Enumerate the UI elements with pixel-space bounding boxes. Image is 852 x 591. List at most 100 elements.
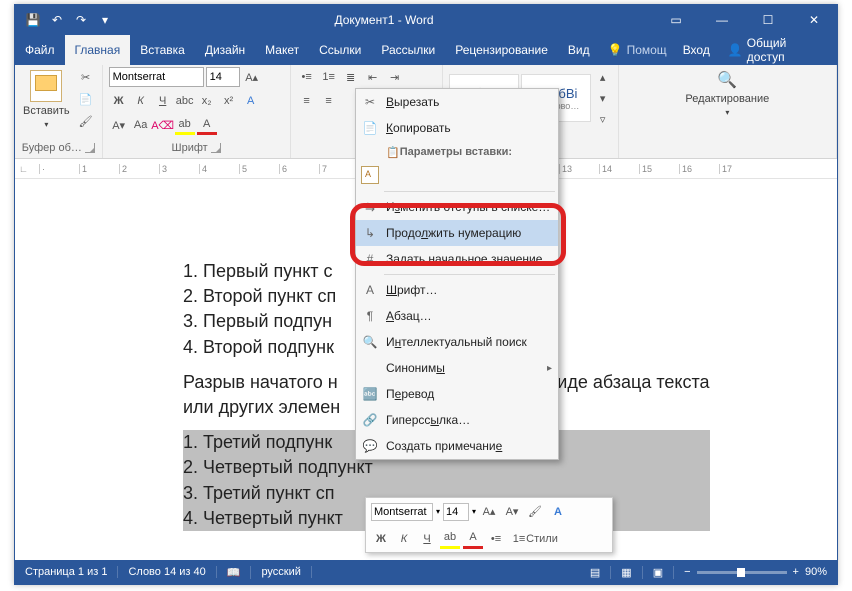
tell-me[interactable]: 💡Помощ: [600, 35, 675, 65]
menu-paragraph[interactable]: ¶Абзац…: [356, 303, 558, 329]
highlight-icon[interactable]: ab: [440, 529, 460, 549]
numbering-icon[interactable]: 1≡: [319, 67, 339, 87]
menu-hyperlink[interactable]: 🔗Гиперссылка…: [356, 407, 558, 433]
styles-icon[interactable]: A: [548, 502, 568, 522]
grow-font-icon[interactable]: A▴: [479, 502, 499, 522]
gallery-down-icon[interactable]: ▾: [593, 88, 613, 108]
menu-copy[interactable]: 📄Копировать: [356, 115, 558, 141]
group-editing: 🔍 Редактирование ▾: [619, 65, 837, 158]
zoom-level[interactable]: 90%: [805, 566, 827, 578]
underline-button[interactable]: Ч: [153, 91, 173, 111]
minimize-button[interactable]: —: [699, 5, 745, 35]
gallery-up-icon[interactable]: ▴: [593, 67, 613, 87]
paste-keep-icon: [361, 166, 379, 184]
tab-review[interactable]: Рецензирование: [445, 35, 558, 65]
clear-format-icon[interactable]: A⌫: [153, 115, 173, 135]
paste-button[interactable]: Вставить ▾: [21, 67, 72, 132]
qat-dropdown-icon[interactable]: ▾: [95, 10, 115, 30]
strike-button[interactable]: abc: [175, 91, 195, 111]
menu-adjust-indents[interactable]: ⇆Изменить отступы в списке…: [356, 194, 558, 220]
format-painter-icon[interactable]: 🖌: [525, 502, 545, 522]
grow-font-icon[interactable]: A▴: [242, 67, 262, 87]
language-indicator[interactable]: русский: [251, 566, 311, 578]
copy-icon[interactable]: 📄: [76, 89, 96, 109]
view-read-icon[interactable]: ▤: [580, 566, 611, 579]
mini-font-name[interactable]: [371, 503, 433, 521]
tab-view[interactable]: Вид: [558, 35, 600, 65]
close-button[interactable]: ✕: [791, 5, 837, 35]
ribbon-options-icon[interactable]: ▭: [653, 5, 699, 35]
share-icon: 👤: [728, 43, 743, 57]
font-color-icon[interactable]: A: [463, 529, 483, 549]
menu-font[interactable]: AШрифт…: [356, 277, 558, 303]
menu-set-value[interactable]: #Задать начальное значение…: [356, 246, 558, 272]
chevron-down-icon[interactable]: ▾: [436, 507, 440, 516]
word-count[interactable]: Слово 14 из 40: [118, 566, 216, 578]
underline-button[interactable]: Ч: [417, 529, 437, 549]
gallery-more-icon[interactable]: ▿: [593, 109, 613, 129]
bullets-icon[interactable]: •≡: [486, 529, 506, 549]
cut-icon[interactable]: ✂: [76, 67, 96, 87]
redo-icon[interactable]: ↷: [71, 10, 91, 30]
tab-insert[interactable]: Вставка: [130, 35, 195, 65]
styles-dropdown[interactable]: Стили: [532, 529, 552, 549]
dialog-launcher-icon[interactable]: [211, 143, 221, 153]
shrink-font-icon[interactable]: A▾: [109, 115, 129, 135]
shrink-font-icon[interactable]: A▾: [502, 502, 522, 522]
zoom-slider[interactable]: [697, 571, 787, 574]
tab-file[interactable]: Файл: [15, 35, 65, 65]
group-label: Шрифт: [172, 142, 208, 154]
spellcheck-icon[interactable]: 📖: [217, 566, 252, 579]
text-effects-icon[interactable]: A: [241, 91, 261, 111]
font-size-input[interactable]: [206, 67, 240, 87]
undo-icon[interactable]: ↶: [47, 10, 67, 30]
paste-option-keep[interactable]: [356, 163, 558, 189]
align-center-icon[interactable]: ≡: [319, 91, 339, 111]
menu-synonyms[interactable]: Синонимы▸: [356, 355, 558, 381]
chevron-down-icon[interactable]: ▾: [472, 507, 476, 516]
subscript-button[interactable]: x₂: [197, 91, 217, 111]
menu-new-comment[interactable]: 💬Создать примечание: [356, 433, 558, 459]
mini-font-size[interactable]: [443, 503, 469, 521]
menu-smart-lookup[interactable]: 🔍Интеллектуальный поиск: [356, 329, 558, 355]
menu-translate[interactable]: 🔤Перевод: [356, 381, 558, 407]
bold-button[interactable]: Ж: [109, 91, 129, 111]
decrease-indent-icon[interactable]: ⇤: [363, 67, 383, 87]
italic-button[interactable]: К: [394, 529, 414, 549]
page-indicator[interactable]: Страница 1 из 1: [15, 566, 118, 578]
editing-button[interactable]: 🔍 Редактирование ▾: [683, 67, 771, 120]
sign-in[interactable]: Вход: [675, 35, 718, 65]
tab-layout[interactable]: Макет: [255, 35, 309, 65]
chevron-right-icon: ▸: [547, 363, 552, 374]
dialog-launcher-icon[interactable]: [85, 143, 95, 153]
share-button[interactable]: 👤Общий доступ: [718, 35, 837, 65]
link-icon: 🔗: [361, 413, 379, 427]
tab-mailings[interactable]: Рассылки: [371, 35, 445, 65]
menu-cut[interactable]: ✂Вырезать: [356, 89, 558, 115]
zoom-control[interactable]: − + 90%: [674, 566, 837, 578]
format-painter-icon[interactable]: 🖌: [76, 111, 96, 131]
highlight-icon[interactable]: ab: [175, 115, 195, 135]
zoom-in-icon[interactable]: +: [793, 566, 799, 578]
save-icon[interactable]: 💾: [23, 10, 43, 30]
multilevel-icon[interactable]: ≣: [341, 67, 361, 87]
tab-references[interactable]: Ссылки: [309, 35, 371, 65]
increase-indent-icon[interactable]: ⇥: [385, 67, 405, 87]
bold-button[interactable]: Ж: [371, 529, 391, 549]
tab-design[interactable]: Дизайн: [195, 35, 255, 65]
bullets-icon[interactable]: •≡: [297, 67, 317, 87]
zoom-out-icon[interactable]: −: [684, 566, 690, 578]
align-left-icon[interactable]: ≡: [297, 91, 317, 111]
tab-home[interactable]: Главная: [65, 35, 131, 65]
menu-continue-numbering[interactable]: ↳Продолжить нумерацию: [356, 220, 558, 246]
italic-button[interactable]: К: [131, 91, 151, 111]
change-case-icon[interactable]: Aa: [131, 115, 151, 135]
superscript-button[interactable]: x²: [219, 91, 239, 111]
font-name-input[interactable]: [109, 67, 204, 87]
view-print-icon[interactable]: ▦: [611, 566, 642, 579]
group-label: Буфер об…: [22, 142, 82, 154]
paste-options-header: 📋Параметры вставки:: [356, 141, 558, 163]
font-color-icon[interactable]: A: [197, 115, 217, 135]
view-web-icon[interactable]: ▣: [643, 566, 674, 579]
maximize-button[interactable]: ☐: [745, 5, 791, 35]
